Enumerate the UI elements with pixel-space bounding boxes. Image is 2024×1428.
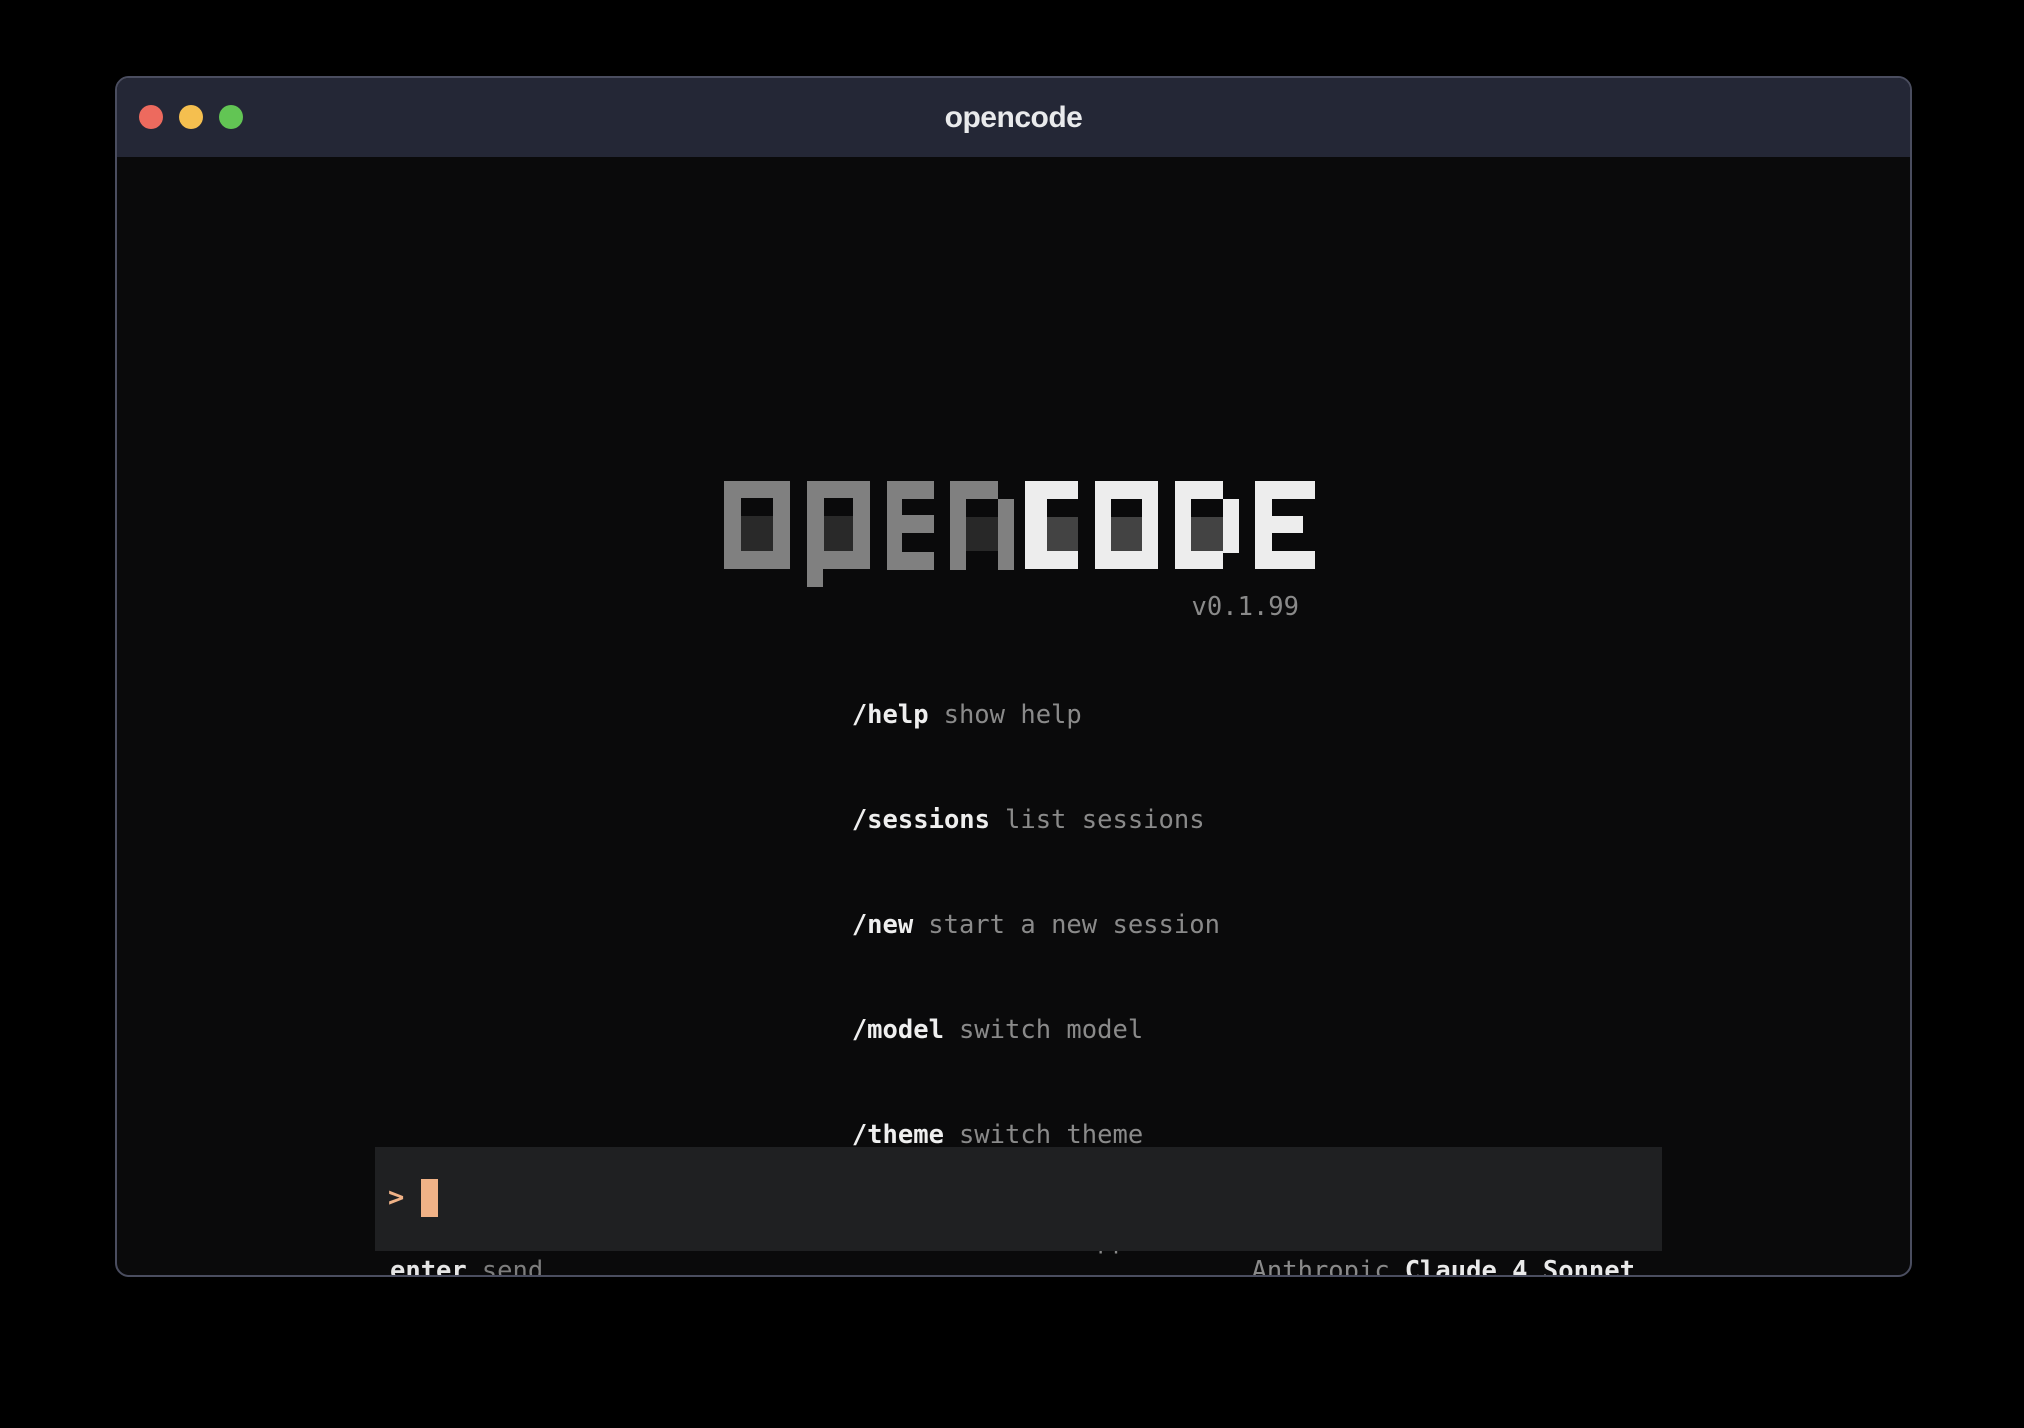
logo-letter-p — [807, 481, 870, 569]
logo-letter-e — [887, 481, 934, 570]
key-hint-action: send — [482, 1256, 543, 1277]
model-name: Claude 4 Sonnet — [1405, 1256, 1635, 1277]
version-label: v0.1.99 — [1099, 594, 1299, 620]
titlebar[interactable]: opencode — [117, 78, 1910, 157]
command-row-help: /help show help — [729, 663, 1220, 768]
opencode-logo — [724, 481, 1315, 587]
logo-letter-n — [950, 481, 1014, 570]
prompt-input-box[interactable]: > — [375, 1147, 1662, 1251]
logo-letter-o — [724, 481, 790, 569]
text-cursor — [421, 1179, 438, 1217]
key-hint-key: enter — [390, 1256, 467, 1277]
logo-letter-c — [1025, 481, 1078, 569]
command-description: switch model — [959, 1015, 1143, 1045]
command-description: start a new session — [928, 910, 1220, 940]
command-description: switch theme — [959, 1120, 1143, 1150]
command-name: /theme — [852, 1120, 944, 1150]
traffic-light-zoom-button[interactable] — [219, 105, 243, 129]
command-description: list sessions — [1005, 805, 1205, 835]
command-name: /sessions — [852, 805, 990, 835]
app-window: opencode — [115, 76, 1912, 1277]
model-indicator: Anthropic Claude 4 Sonnet — [1252, 1257, 1635, 1277]
model-provider: Anthropic — [1252, 1256, 1390, 1277]
command-name: /help — [852, 700, 929, 730]
logo-letter-o2 — [1095, 481, 1158, 569]
prompt-chevron-icon: > — [388, 1179, 404, 1217]
logo-letter-e2 — [1255, 481, 1315, 569]
statusbar: enter send Anthropic Claude 4 Sonnet — [390, 1257, 1635, 1277]
logo-letter-d — [1175, 481, 1239, 569]
command-description: show help — [944, 700, 1082, 730]
traffic-light-minimize-button[interactable] — [179, 105, 203, 129]
command-row-sessions: /sessions list sessions — [729, 768, 1220, 873]
command-row-model: /model switch model — [729, 978, 1220, 1083]
terminal-content: v0.1.99 /help show help /sessions list ses… — [117, 157, 1910, 1277]
command-name: /model — [852, 1015, 944, 1045]
traffic-light-close-button[interactable] — [139, 105, 163, 129]
traffic-lights — [139, 105, 243, 129]
key-hint: enter send — [390, 1257, 543, 1277]
command-name: /new — [852, 910, 913, 940]
command-row-new: /new start a new session — [729, 873, 1220, 978]
window-title: opencode — [945, 101, 1083, 135]
